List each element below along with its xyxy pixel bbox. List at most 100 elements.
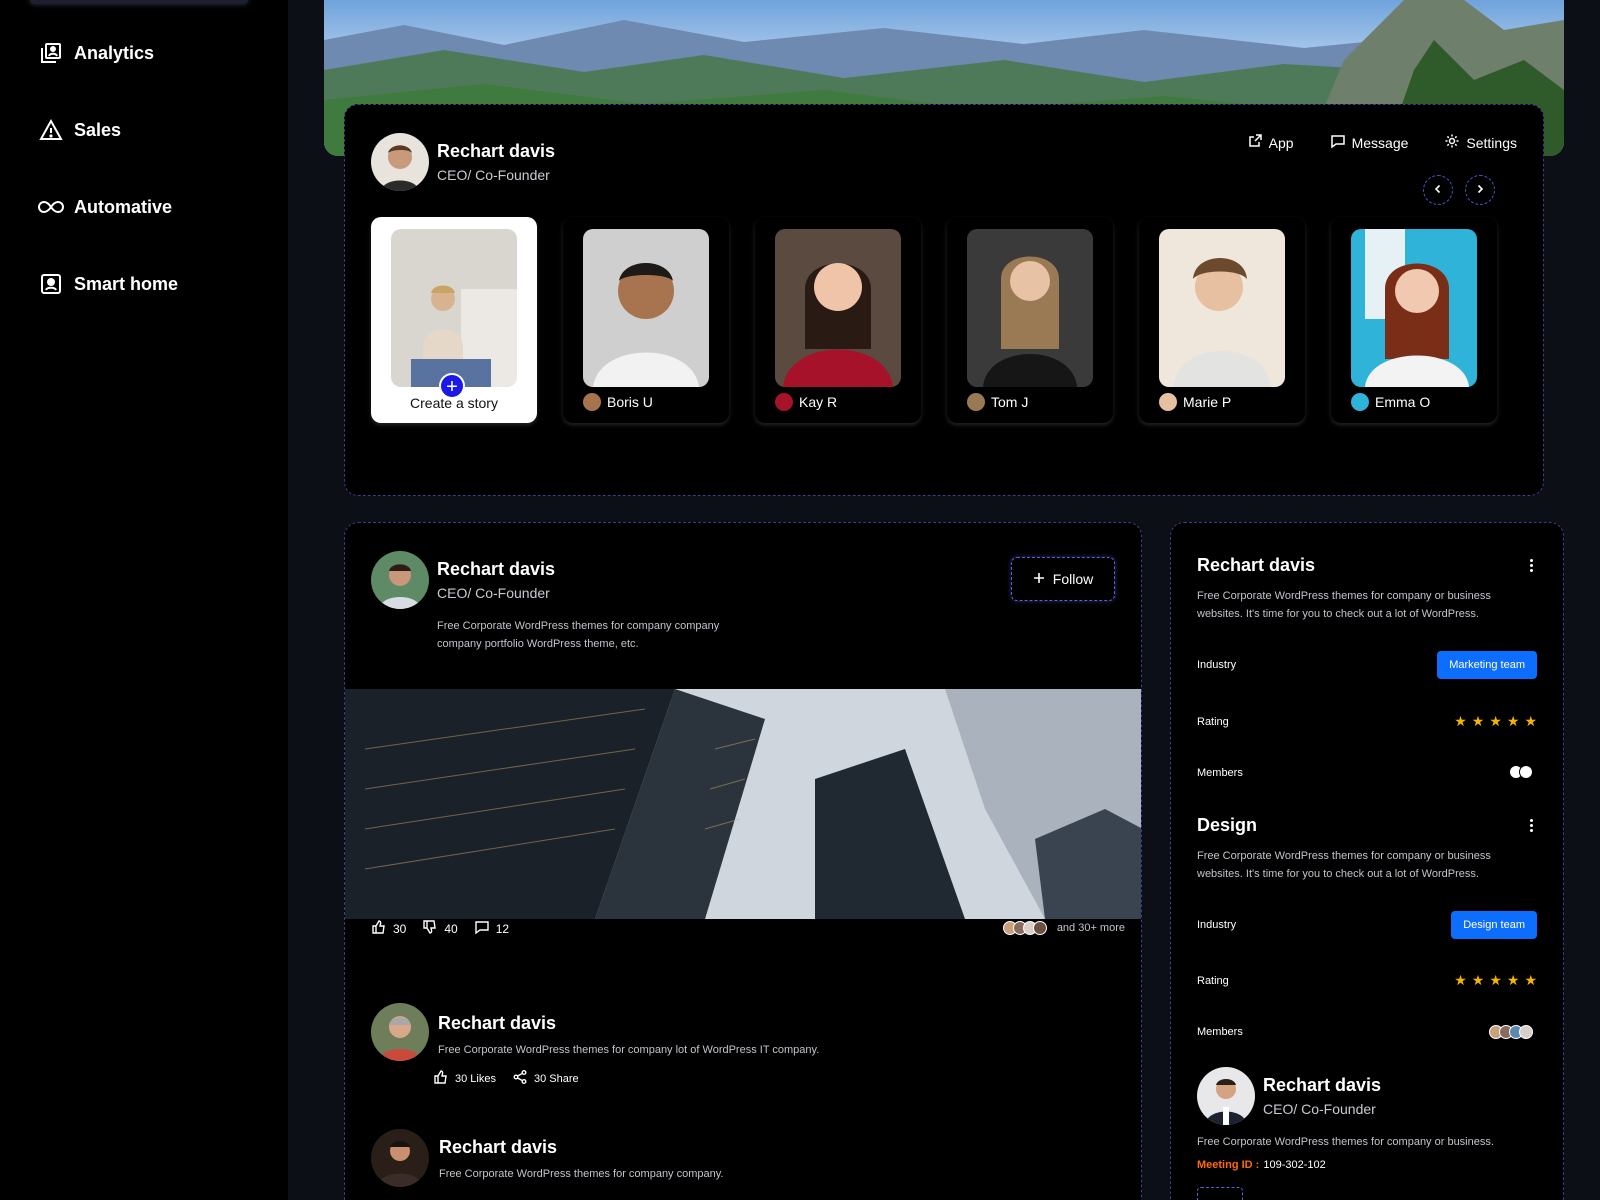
post-author-name: Rechart davis [437, 559, 556, 579]
star-icon: ★ [1471, 972, 1485, 988]
industry-label: Industry [1197, 659, 1237, 671]
participants: and 30+ more [1002, 921, 1125, 935]
story-photo [391, 229, 517, 387]
more-options-button[interactable] [1530, 819, 1533, 832]
post-text: Free Corporate WordPress themes for comp… [437, 620, 720, 650]
story-card[interactable]: Emma O [1331, 217, 1497, 423]
avatar[interactable] [371, 1129, 429, 1187]
info-card: Rechart davis Free Corporate WordPress t… [1170, 522, 1564, 1200]
sidebar-item-smart-home[interactable]: Smart home [38, 271, 178, 297]
dislike-button[interactable]: 40 [422, 919, 458, 938]
avatar [967, 393, 985, 411]
story-author: Tom J [967, 393, 1028, 411]
tab-label: Message [1351, 134, 1409, 151]
like-button[interactable]: 30 [371, 919, 406, 938]
tab-app[interactable]: App [1247, 133, 1294, 152]
comment-text: Free Corporate WordPress themes for comp… [438, 1044, 820, 1056]
story-card[interactable]: Marie P [1139, 217, 1305, 423]
like-count: 30 [393, 921, 407, 936]
post-reactions: 30 40 12 [371, 919, 509, 938]
comment-author: Rechart davis [438, 1013, 557, 1033]
thumbs-up-icon [433, 1069, 449, 1088]
tab-message[interactable]: Message [1330, 133, 1409, 152]
create-story-label: Create a story [410, 395, 498, 411]
story-card[interactable]: Kay R [755, 217, 921, 423]
story-photo [967, 229, 1093, 387]
sidebar: Analytics Sales Automative Smart home [0, 0, 288, 1200]
story-card[interactable]: Tom J [947, 217, 1113, 423]
sidebar-item-label: Smart home [74, 273, 179, 294]
join-button[interactable] [1197, 1187, 1243, 1200]
sidebar-item-label: Analytics [74, 42, 155, 63]
avatar[interactable] [371, 551, 429, 609]
more-options-button[interactable] [1530, 559, 1533, 572]
profile-role: CEO/ Co-Founder [437, 167, 550, 183]
sidebar-item-sales[interactable]: Sales [38, 117, 121, 143]
meeting-id: 109-302-102 [1263, 1159, 1326, 1171]
avatar [775, 393, 793, 411]
comment-actions: 30 Likes 30 Share [433, 1069, 579, 1088]
create-story-card[interactable]: + Create a story [371, 217, 537, 423]
story-name: Boris U [607, 394, 653, 410]
industry-badge[interactable]: Marketing team [1437, 651, 1537, 679]
prev-button[interactable] [1423, 175, 1453, 205]
person-role: CEO/ Co-Founder [1263, 1101, 1376, 1117]
external-link-icon [1247, 133, 1263, 152]
profile-card: Rechart davis CEO/ Co-Founder App Messag… [344, 104, 1544, 496]
avatar[interactable] [1197, 1067, 1255, 1125]
story-photo [1351, 229, 1477, 387]
dislike-count: 40 [444, 921, 458, 936]
members-label: Members [1197, 767, 1243, 779]
story-card[interactable]: Boris U [563, 217, 729, 423]
stories-row: + Create a story Boris U Kay R Tom J Mar… [371, 217, 1497, 423]
kebab-icon [1530, 559, 1533, 562]
sidebar-item-automative[interactable]: Automative [38, 194, 172, 220]
story-photo [583, 229, 709, 387]
chevron-left-icon [1433, 181, 1443, 199]
industry-label: Industry [1197, 919, 1237, 931]
post-author-role: CEO/ Co-Founder [437, 585, 550, 601]
comment-button[interactable]: 12 [474, 919, 509, 938]
avatar [1159, 393, 1177, 411]
portrait-icon [38, 271, 64, 297]
star-icon: ★ [1489, 713, 1502, 729]
avatar [1351, 393, 1369, 411]
tab-settings[interactable]: Settings [1444, 133, 1517, 152]
library-icon [38, 40, 64, 66]
kebab-icon [1530, 819, 1533, 822]
industry-badge[interactable]: Design team [1451, 911, 1537, 939]
sidebar-item-label: Automative [74, 196, 173, 217]
share-icon [512, 1069, 528, 1088]
comment-share-button[interactable]: 30 Share [512, 1069, 579, 1088]
members-label: Members [1197, 1026, 1243, 1038]
avatar[interactable] [371, 133, 429, 191]
meeting-label: Meeting ID : [1197, 1159, 1260, 1171]
story-author: Boris U [583, 393, 653, 411]
comment-icon [474, 919, 490, 938]
star-icon: ★ [1489, 972, 1502, 988]
story-name: Marie P [1183, 394, 1232, 410]
follow-button[interactable]: Follow [1011, 557, 1115, 601]
story-photo [775, 229, 901, 387]
group-desc: Free Corporate WordPress themes for comp… [1197, 590, 1491, 620]
next-button[interactable] [1465, 175, 1495, 205]
gear-icon [1444, 133, 1460, 152]
person-desc: Free Corporate WordPress themes for comp… [1197, 1136, 1494, 1148]
avatar[interactable] [371, 1003, 429, 1061]
comment-author: Rechart davis [439, 1137, 558, 1157]
sidebar-item-analytics[interactable]: Analytics [38, 40, 154, 66]
comment-like-button[interactable]: 30 Likes [433, 1069, 496, 1088]
comment-count: 12 [495, 921, 510, 936]
post-card: Rechart davis CEO/ Co-Founder Free Corpo… [344, 522, 1142, 1200]
story-name: Tom J [991, 394, 1029, 410]
member-avatars[interactable] [1489, 1025, 1533, 1039]
story-photo [1159, 229, 1285, 387]
rating-stars: ★ ★ ★ ★ ★ [1454, 713, 1537, 730]
post-image[interactable] [345, 689, 1142, 919]
message-icon [1330, 133, 1346, 152]
member-avatars[interactable] [1509, 765, 1533, 779]
sidebar-top-button[interactable] [30, 0, 248, 4]
group-desc: Free Corporate WordPress themes for comp… [1197, 850, 1491, 880]
tab-label: App [1268, 134, 1294, 151]
person-name: Rechart davis [1263, 1075, 1382, 1095]
